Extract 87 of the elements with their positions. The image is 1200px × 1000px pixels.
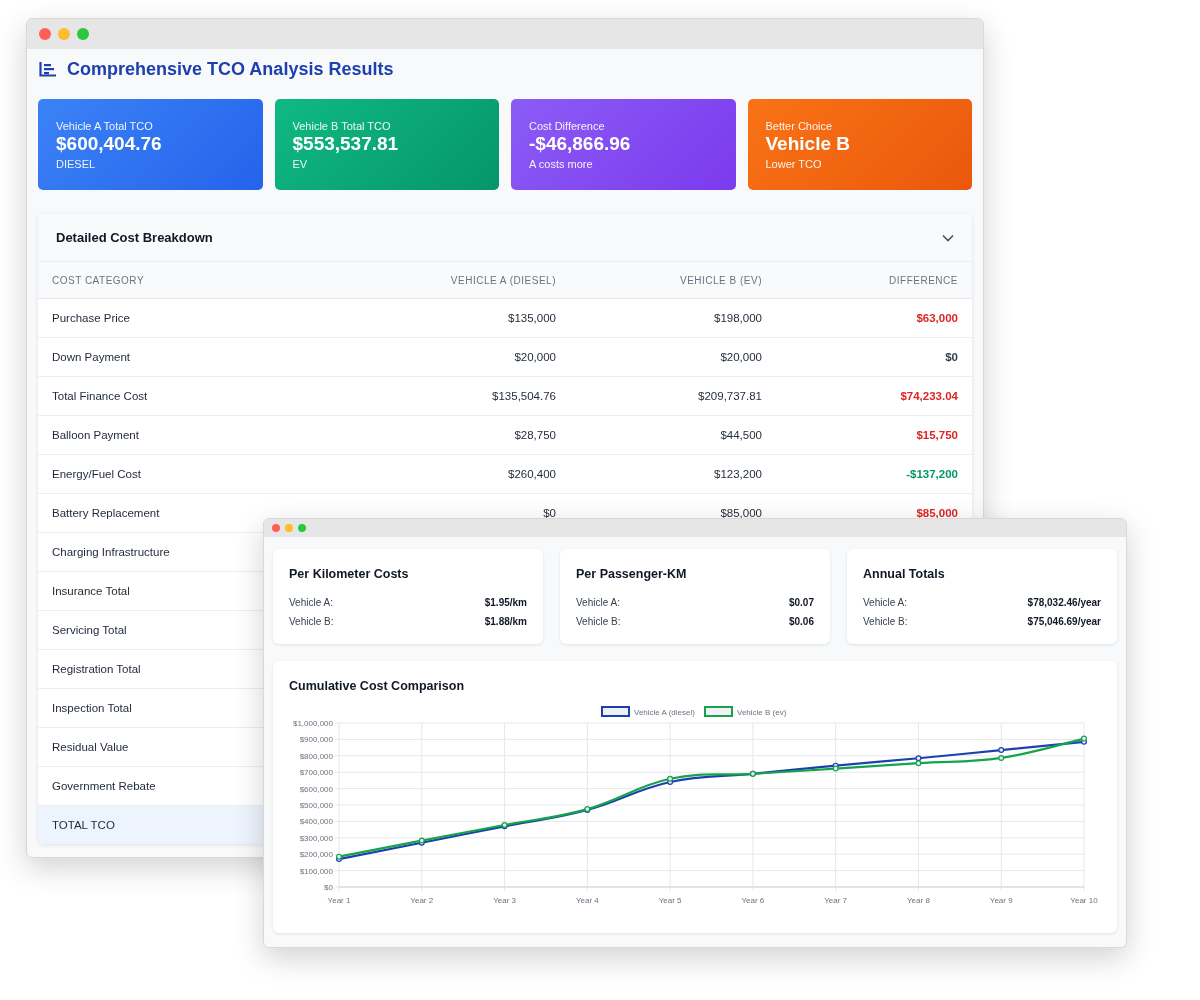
y-axis-label: $800,000 [299,751,333,761]
table-cell: $20,000 [720,351,762,363]
y-axis-label: $1,000,000 [292,719,333,728]
x-axis-label: Year 3 [493,896,516,905]
table-cell: Total Finance Cost [52,390,148,402]
table-cell: $85,000 [720,507,762,519]
table-cell: Residual Value [52,741,129,753]
y-axis-label: $300,000 [299,833,333,843]
card-title: Per Kilometer Costs [289,567,410,581]
table-cell: $198,000 [714,312,762,324]
table-cell: Inspection Total [52,702,132,714]
metric-value: $1.88/km [484,616,527,627]
table-cell: $74,233.04 [900,390,958,402]
metric-label: Vehicle B: [576,616,621,627]
x-axis-label: Year 4 [575,896,599,905]
table-cell: Down Payment [52,351,130,363]
table-cell: $209,737.81 [698,390,762,402]
table-cell: $15,750 [916,429,958,441]
metric-value: $1.95/km [484,597,527,608]
y-axis-label: $600,000 [299,784,333,794]
card-note: A costs more [529,157,594,170]
column-header: VEHICLE A (DIESEL) [450,274,556,286]
table-cell: $123,200 [714,468,762,480]
card-label: Cost Difference [529,119,606,132]
column-header: VEHICLE B (EV) [679,274,762,286]
x-axis-label: Year 1 [327,896,351,905]
column-header: COST CATEGORY [52,274,146,286]
card-value: $600,404.76 [56,132,163,155]
card-note: Lower TCO [765,157,823,170]
page-title: Comprehensive TCO Analysis Results [67,58,394,80]
table-cell: Insurance Total [52,585,130,597]
table-cell: $260,400 [508,468,556,480]
metric-value: $0.06 [788,616,814,627]
y-axis-label: $500,000 [299,801,333,810]
table-cell: $135,000 [508,312,556,324]
x-axis-label: Year 10 [1070,896,1098,905]
table-cell: Registration Total [52,663,141,675]
table-cell: Battery Replacement [52,507,160,519]
table-cell: $63,000 [916,312,958,324]
table-cell: Energy/Fuel Cost [52,468,141,480]
metric-label: Vehicle A: [863,597,907,608]
metric-label: Vehicle B: [863,616,908,627]
table-cell: -$137,200 [906,468,958,480]
table-cell: $20,000 [514,351,556,363]
x-axis-label: Year 8 [907,896,930,905]
x-axis-label: Year 9 [989,896,1013,905]
card-label: Vehicle A Total TCO [56,119,154,132]
metric-label: Vehicle A: [289,597,333,608]
chart-title: Cumulative Cost Comparison [289,679,466,693]
panel-title: Detailed Cost Breakdown [56,230,213,245]
card-note: DIESEL [56,157,97,170]
metric-value: $75,046.69/year [1027,616,1101,627]
metric-value: $78,032.46/year [1027,597,1101,608]
y-axis-label: $0 [324,883,333,892]
y-axis-label: $100,000 [299,866,333,876]
card-note: EV [292,157,309,170]
table-cell: Balloon Payment [52,429,139,441]
x-axis-label: Year 7 [824,896,848,905]
card-value: -$46,866.96 [529,132,632,155]
card-value: $553,537.81 [292,132,400,155]
metric-label: Vehicle B: [289,616,334,627]
table-cell: Purchase Price [52,312,130,324]
card-label: Better Choice [765,119,834,132]
metric-label: Vehicle A: [576,597,620,608]
y-axis-label: $400,000 [299,817,333,827]
y-axis-label: $900,000 [299,735,333,745]
column-header: DIFFERENCE [889,274,958,286]
table-cell: $28,750 [514,429,556,441]
table-cell: TOTAL TCO [52,819,115,831]
table-cell: $0 [945,351,958,363]
card-label: Vehicle B Total TCO [292,119,392,132]
table-cell: $135,504.76 [492,390,556,402]
card-title: Per Passenger-KM [576,567,688,581]
table-cell: Servicing Total [52,624,127,636]
card-value: Vehicle B [765,132,851,155]
table-cell: $85,000 [916,507,958,519]
card-title: Annual Totals [863,567,946,581]
table-cell: $44,500 [720,429,762,441]
y-axis-label: $700,000 [299,768,333,778]
x-axis-label: Year 6 [741,896,765,905]
table-cell: Government Rebate [52,780,156,792]
x-axis-label: Year 5 [658,896,682,905]
metric-value: $0.07 [788,597,814,608]
table-cell: $0 [543,507,556,519]
y-axis-label: $200,000 [299,850,333,860]
x-axis-label: Year 2 [410,896,434,905]
table-cell: Charging Infrastructure [52,546,170,558]
